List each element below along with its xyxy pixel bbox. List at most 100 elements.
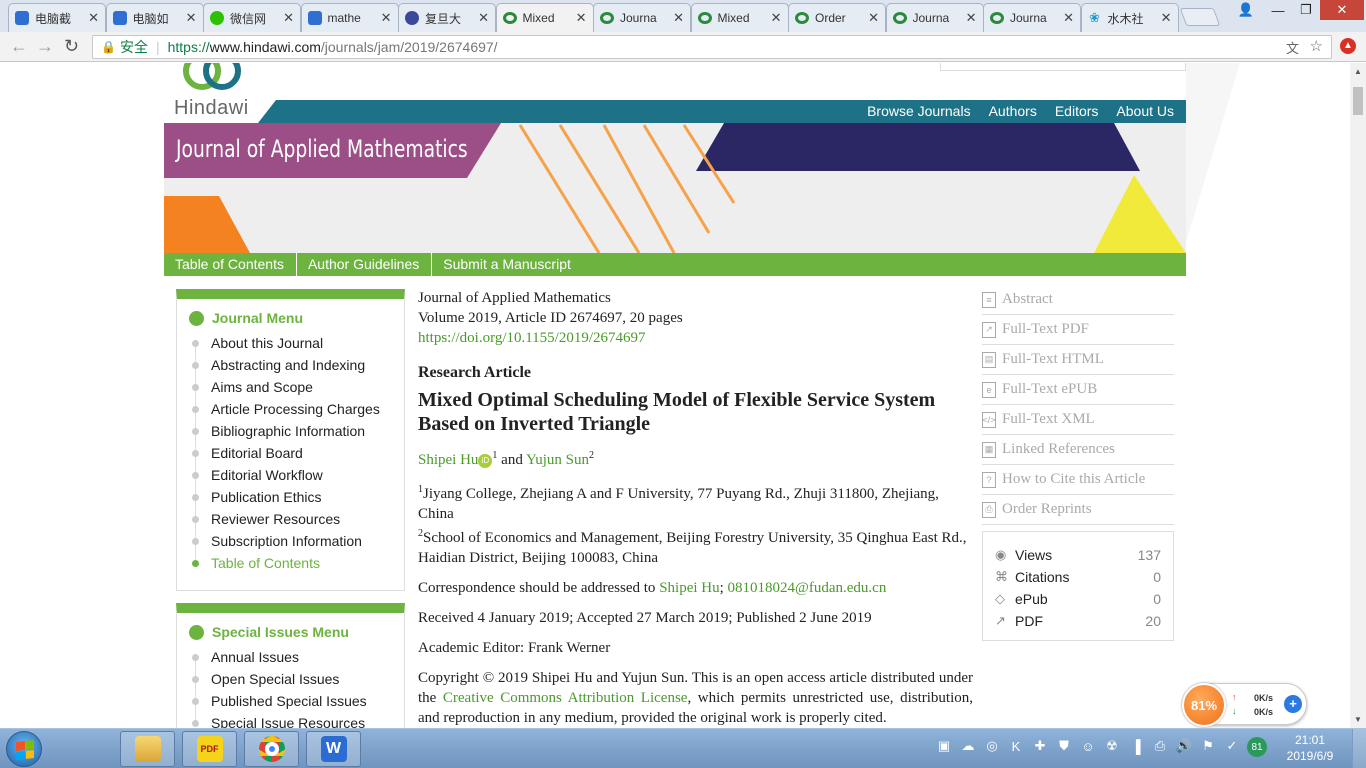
corr-author-link[interactable]: Shipei Hu xyxy=(659,580,719,596)
browser-tab[interactable]: 电脑截 ✕ xyxy=(8,3,106,32)
maximize-button[interactable]: ❐ xyxy=(1292,0,1320,20)
journal-menu-item[interactable]: Subscription Information xyxy=(192,530,404,552)
chrome-taskbar-icon[interactable] xyxy=(244,731,299,767)
new-tab-button[interactable] xyxy=(1179,8,1221,26)
sidebar-link[interactable]: ▤ Full-Text HTML xyxy=(982,345,1174,375)
scroll-down-icon[interactable]: ▼ xyxy=(1354,715,1362,724)
address-bar[interactable]: 🔒 安全 | https://www.hindawi.com/journals/… xyxy=(92,35,1332,59)
file-explorer-taskbar-icon[interactable] xyxy=(120,731,175,767)
forward-arrow-icon[interactable]: → xyxy=(36,36,54,57)
shield-tray-icon[interactable]: ⛊ xyxy=(1055,737,1073,755)
usb-tray-icon[interactable]: ☢ xyxy=(1103,737,1121,755)
author-link[interactable]: Yujun Sun xyxy=(526,452,589,468)
bookmark-star-icon[interactable]: ☆ xyxy=(1310,37,1323,55)
network-signal-icon[interactable]: ▐ xyxy=(1127,737,1145,755)
top-nav-link[interactable]: About Us xyxy=(1116,103,1174,119)
sidebar-link[interactable]: ▦ Linked References xyxy=(982,435,1174,465)
volume-icon[interactable]: 🔊 xyxy=(1175,737,1193,755)
site-search-input[interactable] xyxy=(940,63,1186,71)
special-issues-item[interactable]: Open Special Issues xyxy=(192,668,404,690)
tab-close-icon[interactable]: ✕ xyxy=(868,10,879,26)
top-nav-link[interactable]: Browse Journals xyxy=(867,103,971,119)
tab-close-icon[interactable]: ✕ xyxy=(186,10,197,26)
journal-menu-item[interactable]: Table of Contents xyxy=(192,552,404,574)
browser-tab[interactable]: Order ✕ xyxy=(788,3,886,32)
security-tray-icon[interactable]: ✓ xyxy=(1223,737,1241,755)
taskbar-clock[interactable]: 21:01 2019/6/9 xyxy=(1280,732,1340,764)
sidebar-link[interactable]: </> Full-Text XML xyxy=(982,405,1174,435)
journal-nav-link[interactable]: Submit a Manuscript xyxy=(432,253,583,276)
journal-nav-link[interactable]: Table of Contents xyxy=(164,253,297,276)
orcid-icon[interactable]: iD xyxy=(478,454,493,468)
cube-tray-icon[interactable]: ▣ xyxy=(935,737,953,755)
plus-tray-icon[interactable]: ✚ xyxy=(1031,737,1049,755)
flag-tray-icon[interactable]: ⚑ xyxy=(1199,737,1217,755)
show-desktop-button[interactable] xyxy=(1352,729,1366,768)
browser-tab[interactable]: Journa ✕ xyxy=(593,3,691,32)
reload-icon[interactable]: ↻ xyxy=(64,36,79,57)
minimize-button[interactable]: — xyxy=(1264,0,1292,20)
special-issues-item[interactable]: Published Special Issues xyxy=(192,690,404,712)
author-link[interactable]: Shipei Hu xyxy=(418,452,478,468)
journal-title[interactable]: Journal of Applied Mathematics xyxy=(176,135,468,163)
browser-tab[interactable]: Journa ✕ xyxy=(885,3,984,32)
tab-close-icon[interactable]: ✕ xyxy=(381,10,392,26)
journal-menu-item[interactable]: Editorial Board xyxy=(192,442,404,464)
hindawi-logo-text[interactable]: Hindawi xyxy=(174,97,249,120)
journal-menu-item[interactable]: Reviewer Resources xyxy=(192,508,404,530)
tab-close-icon[interactable]: ✕ xyxy=(478,10,489,26)
tab-close-icon[interactable]: ✕ xyxy=(673,10,684,26)
journal-menu-item[interactable]: Abstracting and Indexing xyxy=(192,354,404,376)
speed-boost-plus-icon[interactable]: + xyxy=(1284,695,1302,713)
top-nav-link[interactable]: Authors xyxy=(989,103,1037,119)
special-issues-item[interactable]: Special Issue Resources xyxy=(192,712,404,728)
sidebar-link[interactable]: ≡ Abstract xyxy=(982,285,1174,315)
sidebar-link[interactable]: ⎙ Order Reprints xyxy=(982,495,1174,525)
baidu-cloud-tray-icon[interactable]: ☁ xyxy=(959,737,977,755)
tab-close-icon[interactable]: ✕ xyxy=(966,10,977,26)
wps-writer-taskbar-icon[interactable]: W xyxy=(306,731,361,767)
journal-menu-item[interactable]: About this Journal xyxy=(192,332,404,354)
tab-close-icon[interactable]: ✕ xyxy=(1161,10,1172,26)
journal-menu-item[interactable]: Bibliographic Information xyxy=(192,420,404,442)
special-issues-item[interactable]: Annual Issues xyxy=(192,646,404,668)
browser-tab[interactable]: 复旦大 ✕ xyxy=(398,3,496,32)
memory-usage-ball[interactable]: 81% xyxy=(1182,683,1226,727)
chrome-tray-icon[interactable]: ◎ xyxy=(983,737,1001,755)
journal-nav-link[interactable]: Author Guidelines xyxy=(297,253,433,276)
translate-icon[interactable]: 文 xyxy=(1286,38,1299,57)
corr-email-link[interactable]: 081018024@fudan.edu.cn xyxy=(728,580,887,596)
journal-menu-item[interactable]: Aims and Scope xyxy=(192,376,404,398)
hindawi-logo-icon[interactable] xyxy=(180,63,246,93)
tab-close-icon[interactable]: ✕ xyxy=(576,10,587,26)
pdf-reader-taskbar-icon[interactable]: PDF xyxy=(182,731,237,767)
license-link[interactable]: Creative Commons Attribution License xyxy=(443,690,688,706)
start-button[interactable] xyxy=(6,731,42,767)
browser-tab[interactable]: Mixed ✕ xyxy=(495,3,594,32)
journal-menu-item[interactable]: Editorial Workflow xyxy=(192,464,404,486)
printer-tray-icon[interactable]: ⎙ xyxy=(1151,737,1169,755)
browser-tab[interactable]: 电脑如 ✕ xyxy=(105,3,204,32)
scroll-up-icon[interactable]: ▲ xyxy=(1354,67,1362,76)
tab-close-icon[interactable]: ✕ xyxy=(88,10,99,26)
journal-menu-item[interactable]: Article Processing Charges xyxy=(192,398,404,420)
browser-tab[interactable]: ❀ 水木社 ✕ xyxy=(1080,3,1179,32)
browser-tab[interactable]: mathe ✕ xyxy=(300,3,399,32)
user-icon[interactable]: 👤 xyxy=(1232,0,1260,20)
page-scrollbar[interactable]: ▲ ▼ xyxy=(1350,63,1366,728)
article-doi-link[interactable]: https://doi.org/10.1155/2019/2674697 xyxy=(418,330,646,346)
sidebar-link[interactable]: ↗ Full-Text PDF xyxy=(982,315,1174,345)
browser-tab[interactable]: Journa ✕ xyxy=(983,3,1081,32)
scroll-thumb[interactable] xyxy=(1353,87,1363,115)
tray-badge[interactable]: 81 xyxy=(1247,737,1267,757)
top-nav-link[interactable]: Editors xyxy=(1055,103,1099,119)
back-arrow-icon[interactable]: ← xyxy=(10,36,28,57)
sidebar-link[interactable]: e Full-Text ePUB xyxy=(982,375,1174,405)
close-window-button[interactable]: ✕ xyxy=(1320,0,1364,20)
tab-close-icon[interactable]: ✕ xyxy=(771,10,782,26)
sidebar-link[interactable]: ? How to Cite this Article xyxy=(982,465,1174,495)
k-tray-icon[interactable]: K xyxy=(1007,737,1025,755)
extension-icon[interactable]: ▲ xyxy=(1340,38,1356,54)
browser-tab[interactable]: 微信网 ✕ xyxy=(203,3,301,32)
browser-tab[interactable]: Mixed ✕ xyxy=(690,3,789,32)
